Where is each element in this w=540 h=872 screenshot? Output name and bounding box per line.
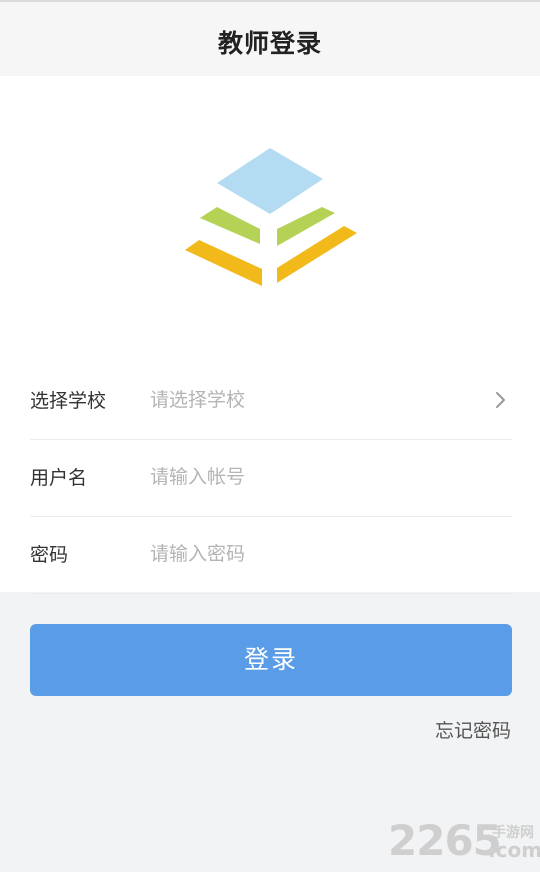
- chevron-right-icon[interactable]: [490, 390, 510, 410]
- logo-bottom-left-layer: [185, 240, 262, 286]
- school-label: 选择学校: [30, 390, 107, 412]
- app-header: 教师登录: [0, 0, 540, 76]
- watermark-bottom-text: .com: [488, 838, 540, 862]
- logo-top-layer: [217, 148, 323, 214]
- password-input[interactable]: [150, 536, 470, 572]
- username-label: 用户名: [30, 467, 88, 489]
- username-input[interactable]: [150, 459, 470, 495]
- password-label: 密码: [30, 544, 69, 566]
- school-select-input[interactable]: [150, 382, 470, 418]
- logo-middle-left-layer: [200, 207, 260, 244]
- pyramid-logo-icon: [185, 148, 357, 286]
- username-row: 用户名: [30, 439, 512, 517]
- page-title: 教师登录: [217, 29, 322, 58]
- watermark-number: 2265: [388, 816, 502, 865]
- forgot-password-link[interactable]: 忘记密码: [435, 716, 511, 743]
- password-row: 密码: [30, 516, 512, 594]
- login-button[interactable]: 登录: [30, 624, 512, 696]
- school-row[interactable]: 选择学校: [30, 362, 512, 440]
- login-panel: 选择学校 用户名 密码: [0, 76, 540, 594]
- watermark: 2265 手游网 .com: [388, 816, 540, 866]
